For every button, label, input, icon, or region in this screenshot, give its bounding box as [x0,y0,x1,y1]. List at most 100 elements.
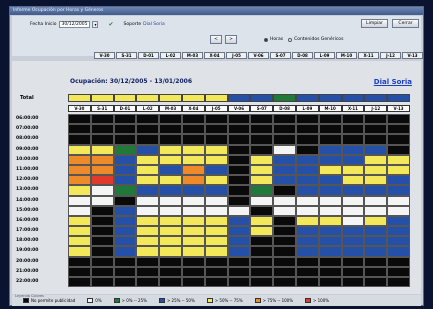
grid-cell[interactable] [341,215,365,227]
grid-cell[interactable] [204,266,228,277]
grid-cell[interactable] [364,114,388,125]
grid-cell[interactable] [90,195,114,206]
grid-cell[interactable] [159,185,182,196]
grid-cell[interactable] [159,226,182,237]
grid-cell[interactable] [204,195,228,206]
grid-cell[interactable] [68,226,91,237]
grid-cell[interactable] [273,215,296,227]
grid-cell[interactable] [341,226,365,237]
report-operator[interactable]: Dial Soria [374,78,412,86]
grid-cell[interactable] [181,256,205,267]
grid-cell[interactable] [295,134,319,145]
grid-cell[interactable] [318,277,342,288]
grid-cell[interactable] [364,164,388,176]
grid-cell[interactable] [181,266,205,277]
grid-cell[interactable] [204,256,228,267]
grid-cell[interactable] [204,277,228,288]
grid-cell[interactable] [136,246,160,257]
grid-cell[interactable] [159,215,182,227]
grid-cell[interactable] [227,277,251,288]
tab-m-03[interactable]: M-03 [182,52,203,59]
grid-cell[interactable] [204,205,228,216]
radio-horas[interactable] [264,37,268,42]
tab-v-06[interactable]: V-06 [248,52,269,59]
grid-cell[interactable] [318,114,342,125]
grid-cell[interactable] [387,277,410,288]
grid-cell[interactable] [204,246,228,257]
grid-cell[interactable] [136,144,160,155]
grid-cell[interactable] [318,226,342,237]
grid-cell[interactable] [181,175,205,186]
grid-cell[interactable] [273,256,296,267]
grid-cell[interactable] [250,114,274,125]
grid-cell[interactable] [136,164,160,176]
grid-cell[interactable] [68,205,91,216]
grid-cell[interactable] [68,256,91,267]
grid-cell[interactable] [364,144,388,155]
grid-cell[interactable] [113,185,137,196]
grid-cell[interactable] [136,256,160,267]
grid-cell[interactable] [181,114,205,125]
grid-cell[interactable] [364,226,388,237]
grid-cell[interactable] [318,246,342,257]
grid-cell[interactable] [341,236,365,247]
grid-cell[interactable] [90,144,114,155]
grid-cell[interactable] [136,175,160,186]
grid-cell[interactable] [364,134,388,145]
grid-cell[interactable] [68,134,91,145]
grid-cell[interactable] [136,226,160,237]
grid-cell[interactable] [68,175,91,186]
grid-cell[interactable] [295,226,319,237]
grid-cell[interactable] [204,134,228,145]
grid-cell[interactable] [273,205,296,216]
grid-cell[interactable] [295,256,319,267]
grid-cell[interactable] [181,134,205,145]
operator-link[interactable]: Dial Soria [143,22,165,27]
grid-cell[interactable] [68,266,91,277]
grid-cell[interactable] [227,246,251,257]
grid-cell[interactable] [90,114,114,125]
grid-cell[interactable] [227,215,251,227]
grid-cell[interactable] [250,256,274,267]
grid-cell[interactable] [318,185,342,196]
grid-cell[interactable] [181,195,205,206]
grid-cell[interactable] [227,175,251,186]
tab-j-12[interactable]: J-12 [380,52,401,59]
grid-cell[interactable] [250,124,274,135]
grid-cell[interactable] [181,215,205,227]
grid-cell[interactable] [113,256,137,267]
grid-cell[interactable] [204,124,228,135]
grid-cell[interactable] [387,226,410,237]
grid-cell[interactable] [113,246,137,257]
grid-cell[interactable] [387,215,410,227]
tab-j-05[interactable]: J-05 [226,52,247,59]
grid-cell[interactable] [227,124,251,135]
grid-cell[interactable] [68,277,91,288]
grid-cell[interactable] [159,277,182,288]
grid-cell[interactable] [227,266,251,277]
grid-cell[interactable] [295,185,319,196]
grid-cell[interactable] [364,175,388,186]
grid-cell[interactable] [68,236,91,247]
grid-cell[interactable] [68,124,91,135]
prev-button[interactable]: < [210,35,222,44]
grid-cell[interactable] [136,134,160,145]
grid-cell[interactable] [295,266,319,277]
grid-cell[interactable] [136,205,160,216]
tab-d-08[interactable]: D-08 [292,52,313,59]
grid-cell[interactable] [273,134,296,145]
grid-cell[interactable] [387,124,410,135]
grid-cell[interactable] [273,164,296,176]
grid-cell[interactable] [387,256,410,267]
date-input[interactable]: 30/12/2005 [58,21,91,28]
grid-cell[interactable] [387,144,410,155]
tab-s-07[interactable]: S-07 [270,52,291,59]
grid-cell[interactable] [318,154,342,165]
grid-cell[interactable] [227,114,251,125]
tab-l-02[interactable]: L-02 [160,52,181,59]
grid-cell[interactable] [250,205,274,216]
tab-v-13[interactable]: V-13 [402,52,423,59]
grid-cell[interactable] [227,256,251,267]
grid-cell[interactable] [227,236,251,247]
grid-cell[interactable] [341,185,365,196]
